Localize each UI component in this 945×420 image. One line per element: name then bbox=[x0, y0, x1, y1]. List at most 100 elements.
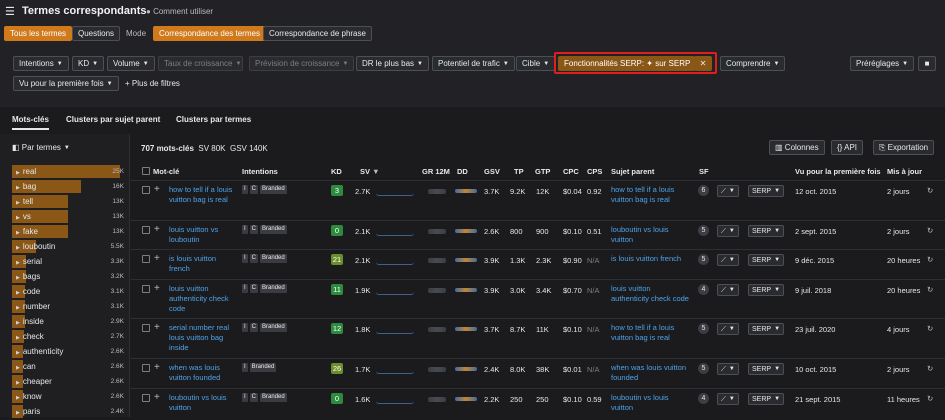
col-keyword[interactable]: Mot-clé bbox=[153, 167, 179, 176]
presets-button[interactable]: Préréglages ▼ bbox=[850, 56, 915, 71]
parent-topic-link[interactable]: louis vuitton authenticity check code bbox=[611, 284, 689, 304]
row-checkbox[interactable] bbox=[142, 226, 150, 234]
keyword-link[interactable]: serial number real louis vuitton bag ins… bbox=[169, 323, 235, 353]
trend-button[interactable]: ⟋ ▼ bbox=[717, 254, 739, 266]
tab-term-clusters[interactable]: Clusters par termes bbox=[176, 110, 251, 130]
term-row[interactable]: ▶ serial 3.3K bbox=[12, 255, 124, 268]
serp-button[interactable]: SERP ▼ bbox=[748, 225, 785, 237]
serp-button[interactable]: SERP ▼ bbox=[748, 254, 785, 266]
filter-kd[interactable]: KD ▼ bbox=[72, 56, 105, 71]
add-keyword-icon[interactable]: + bbox=[154, 362, 160, 373]
mode-questions[interactable]: Questions bbox=[72, 26, 121, 41]
col-sf[interactable]: SF bbox=[699, 167, 709, 176]
refresh-icon[interactable]: ↻ bbox=[927, 186, 933, 195]
row-checkbox[interactable] bbox=[142, 364, 150, 372]
col-gr[interactable]: GR 12M bbox=[422, 167, 450, 176]
serp-button[interactable]: SERP ▼ bbox=[748, 363, 785, 375]
menu-icon[interactable]: ☰ bbox=[5, 5, 15, 18]
filter-serp-features[interactable]: Fonctionnalités SERP: ✦ sur SERP bbox=[558, 56, 695, 71]
add-keyword-icon[interactable]: + bbox=[154, 224, 160, 235]
term-row[interactable]: ▶ authenticity 2.6K bbox=[12, 345, 124, 358]
columns-button[interactable]: ▥ Colonnes bbox=[769, 140, 825, 155]
mode-term-match[interactable]: Correspondance des termes bbox=[153, 26, 266, 41]
serp-button[interactable]: SERP ▼ bbox=[748, 284, 785, 296]
term-row[interactable]: ▶ louboutin 5.5K bbox=[12, 240, 124, 253]
trend-button[interactable]: ⟋ ▼ bbox=[717, 225, 739, 237]
parent-topic-link[interactable]: is louis vuitton french bbox=[611, 254, 689, 264]
col-parent[interactable]: Sujet parent bbox=[611, 167, 654, 176]
api-button[interactable]: {} API bbox=[831, 140, 864, 155]
mode-phrase-match[interactable]: Correspondance de phrase bbox=[263, 26, 372, 41]
refresh-icon[interactable]: ↻ bbox=[927, 394, 933, 403]
col-tp[interactable]: TP bbox=[514, 167, 524, 176]
filter-traffic-potential[interactable]: Potentiel de trafic ▼ bbox=[432, 56, 515, 71]
refresh-icon[interactable]: ↻ bbox=[927, 364, 933, 373]
col-cpc[interactable]: CPC bbox=[563, 167, 579, 176]
parent-topic-link[interactable]: how to tell if a louis vuitton bag is re… bbox=[611, 185, 689, 205]
bookmark-button[interactable]: ■ bbox=[918, 56, 936, 71]
add-keyword-icon[interactable]: + bbox=[154, 283, 160, 294]
keyword-link[interactable]: louis vuitton authenticity check code bbox=[169, 284, 235, 314]
select-all-checkbox[interactable] bbox=[142, 167, 150, 175]
serp-button[interactable]: SERP ▼ bbox=[748, 393, 785, 405]
col-updated[interactable]: Mis à jour bbox=[887, 167, 922, 176]
term-row[interactable]: ▶ check 2.7K bbox=[12, 330, 124, 343]
term-row[interactable]: ▶ know 2.6K bbox=[12, 390, 124, 403]
row-checkbox[interactable] bbox=[142, 285, 150, 293]
col-kd[interactable]: KD bbox=[331, 167, 342, 176]
row-checkbox[interactable] bbox=[142, 186, 150, 194]
term-row[interactable]: ▶ bag 16K bbox=[12, 180, 124, 193]
keyword-link[interactable]: how to tell if a louis vuitton bag is re… bbox=[169, 185, 235, 205]
term-row[interactable]: ▶ number 3.1K bbox=[12, 300, 124, 313]
col-gtp[interactable]: GTP bbox=[535, 167, 550, 176]
keyword-link[interactable]: louboutin vs louis vuitton bbox=[169, 393, 235, 413]
refresh-icon[interactable]: ↻ bbox=[927, 226, 933, 235]
trend-button[interactable]: ⟋ ▼ bbox=[717, 323, 739, 335]
term-row[interactable]: ▶ real 25K bbox=[12, 165, 124, 178]
filter-serp-clear[interactable]: ✕ bbox=[694, 56, 712, 71]
term-row[interactable]: ▶ bags 3.2K bbox=[12, 270, 124, 283]
filter-understand[interactable]: Comprendre ▼ bbox=[720, 56, 786, 71]
filter-target[interactable]: Cible ▼ bbox=[516, 56, 556, 71]
filter-intentions[interactable]: Intentions ▼ bbox=[13, 56, 69, 71]
add-keyword-icon[interactable]: + bbox=[154, 184, 160, 195]
export-button[interactable]: ⎘ Exportation bbox=[873, 140, 935, 155]
trend-button[interactable]: ⟋ ▼ bbox=[717, 363, 739, 375]
filter-growth-forecast[interactable]: Prévision de croissance ▼ bbox=[249, 56, 355, 71]
refresh-icon[interactable]: ↻ bbox=[927, 324, 933, 333]
keyword-link[interactable]: when was louis vuitton founded bbox=[169, 363, 235, 383]
tab-parent-clusters[interactable]: Clusters par sujet parent bbox=[66, 110, 160, 130]
trend-button[interactable]: ⟋ ▼ bbox=[717, 284, 739, 296]
more-filters-button[interactable]: + Plus de filtres bbox=[125, 79, 180, 88]
term-row[interactable]: ▶ paris 2.4K bbox=[12, 405, 124, 418]
add-keyword-icon[interactable]: + bbox=[154, 392, 160, 403]
tab-keywords[interactable]: Mots-clés bbox=[12, 110, 49, 130]
term-row[interactable]: ▶ cheaper 2.6K bbox=[12, 375, 124, 388]
parent-topic-link[interactable]: louboutin vs louis vuitton bbox=[611, 225, 689, 245]
filter-volume[interactable]: Volume ▼ bbox=[107, 56, 155, 71]
term-row[interactable]: ▶ inside 2.9K bbox=[12, 315, 124, 328]
filter-growth-rate[interactable]: Taux de croissance ▼ bbox=[158, 56, 243, 71]
row-checkbox[interactable] bbox=[142, 324, 150, 332]
term-row[interactable]: ▶ can 2.6K bbox=[12, 360, 124, 373]
refresh-icon[interactable]: ↻ bbox=[927, 255, 933, 264]
term-row[interactable]: ▶ vs 13K bbox=[12, 210, 124, 223]
col-dd[interactable]: DD bbox=[457, 167, 468, 176]
col-cps[interactable]: CPS bbox=[587, 167, 602, 176]
col-intentions[interactable]: Intentions bbox=[242, 167, 278, 176]
row-checkbox[interactable] bbox=[142, 255, 150, 263]
trend-button[interactable]: ⟋ ▼ bbox=[717, 185, 739, 197]
col-sv[interactable]: SV ▼ bbox=[360, 167, 380, 176]
col-first-seen[interactable]: Vu pour la première fois bbox=[795, 167, 881, 176]
term-row[interactable]: ▶ code 3.1K bbox=[12, 285, 124, 298]
filter-first-seen[interactable]: Vu pour la première fois ▼ bbox=[13, 76, 119, 91]
serp-button[interactable]: SERP ▼ bbox=[748, 323, 785, 335]
term-row[interactable]: ▶ tell 13K bbox=[12, 195, 124, 208]
term-row[interactable]: ▶ fake 13K bbox=[12, 225, 124, 238]
keyword-link[interactable]: is louis vuitton french bbox=[169, 254, 235, 274]
filter-serp-low[interactable]: DR le plus bas ▼ bbox=[356, 56, 429, 71]
refresh-icon[interactable]: ↻ bbox=[927, 285, 933, 294]
row-checkbox[interactable] bbox=[142, 394, 150, 402]
add-keyword-icon[interactable]: + bbox=[154, 253, 160, 264]
how-to-link[interactable]: ● Comment utiliser bbox=[146, 7, 213, 16]
